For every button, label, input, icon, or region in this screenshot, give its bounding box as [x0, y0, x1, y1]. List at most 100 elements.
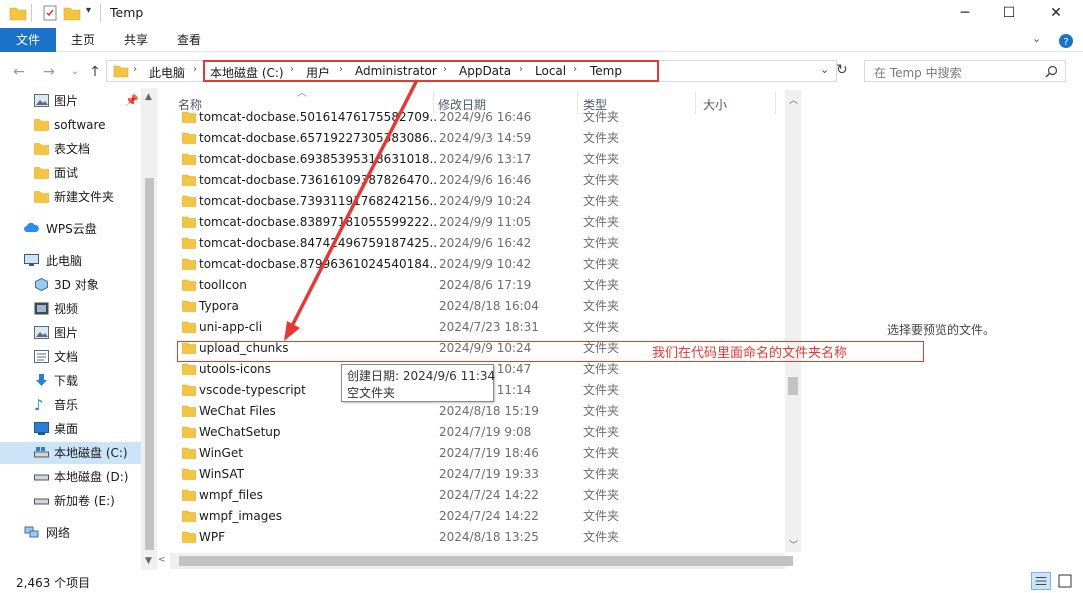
table-row[interactable]: tomcat-docbase.84742496759187425... 2024/… — [170, 233, 785, 254]
large-icons-view-icon[interactable] — [1055, 572, 1075, 590]
table-row[interactable]: WeChat Files 2024/8/18 15:19 文件夹 — [170, 401, 785, 422]
close-button[interactable]: ✕ — [1033, 0, 1079, 26]
scroll-up-arrow-icon[interactable]: ︿ — [789, 93, 798, 106]
search-box[interactable]: 在 Temp 中搜索 — [864, 60, 1066, 82]
nav-item-music[interactable]: ♪ 音乐 — [0, 394, 141, 416]
table-row[interactable]: WeChatSetup 2024/7/19 9:08 文件夹 — [170, 422, 785, 443]
scroll-left-arrow-icon[interactable]: < — [158, 555, 166, 565]
nav-item-pictures-quick[interactable]: 图片 📌 — [0, 90, 141, 112]
table-row[interactable]: tomcat-docbase.69385395318631018... 2024/… — [170, 149, 785, 170]
table-row[interactable]: toolIcon 2024/8/6 17:19 文件夹 — [170, 275, 785, 296]
file-type: 文件夹 — [583, 236, 620, 250]
file-name: uni-app-cli — [199, 320, 263, 334]
search-icon[interactable] — [1045, 65, 1058, 78]
file-name: vscode-typescript — [199, 383, 306, 397]
forward-arrow-icon[interactable]: → — [40, 63, 58, 81]
scroll-up-arrow-icon[interactable]: ▲ — [145, 92, 152, 102]
network-icon — [24, 526, 39, 538]
table-row[interactable]: tomcat-docbase.73616109387826470... 2024/… — [170, 170, 785, 191]
help-icon[interactable]: ? — [1058, 33, 1074, 49]
window-title: Temp — [110, 5, 144, 20]
maximize-button[interactable]: ☐ — [986, 0, 1032, 26]
folder-icon — [182, 153, 196, 165]
customize-toolbar-icon[interactable]: ▾ — [86, 5, 91, 16]
properties-icon[interactable] — [41, 4, 59, 22]
table-row[interactable]: tomcat-docbase.73931191768242156... 2024/… — [170, 191, 785, 212]
back-arrow-icon[interactable]: ← — [10, 63, 28, 81]
sort-up-icon: ︿ — [297, 88, 307, 99]
nav-item-network[interactable]: 网络 — [0, 522, 141, 544]
details-view-icon[interactable] — [1031, 572, 1051, 590]
file-name: WinSAT — [199, 467, 244, 481]
table-row[interactable]: WPF 2024/8/18 13:25 文件夹 — [170, 527, 785, 548]
file-type: 文件夹 — [583, 320, 620, 334]
table-row[interactable]: WinSAT 2024/7/19 19:33 文件夹 — [170, 464, 785, 485]
list-vertical-scrollbar[interactable] — [785, 90, 801, 552]
new-folder-icon[interactable] — [63, 4, 81, 22]
nav-item-biaowendang[interactable]: 表文档 — [0, 138, 141, 160]
folder-icon — [9, 7, 27, 21]
nav-item-videos[interactable]: 视频 — [0, 298, 141, 320]
table-row[interactable]: tomcat-docbase.65719227305383086... 2024/… — [170, 128, 785, 149]
nav-item-label: 本地磁盘 (D:) — [54, 470, 129, 484]
tab-home[interactable]: 主页 — [60, 28, 106, 52]
table-row[interactable]: uni-app-cli 2024/7/23 18:31 文件夹 — [170, 317, 785, 338]
up-arrow-icon[interactable]: ↑ — [86, 63, 104, 81]
nav-item-software[interactable]: software — [0, 114, 141, 136]
tab-view[interactable]: 查看 — [166, 28, 212, 52]
table-row[interactable]: Typora 2024/8/18 16:04 文件夹 — [170, 296, 785, 317]
table-row[interactable]: wmpf_files 2024/7/24 14:22 文件夹 — [170, 485, 785, 506]
address-dropdown-icon[interactable]: ⌄ — [820, 63, 829, 76]
list-vertical-scrollbar-thumb[interactable] — [788, 377, 798, 395]
nav-item-new-folder[interactable]: 新建文件夹 — [0, 186, 141, 208]
file-date: 2024/9/6 16:42 — [439, 236, 532, 250]
folder-icon — [182, 321, 196, 333]
nav-item-label: WPS云盘 — [46, 222, 97, 236]
nav-item-drive-d[interactable]: 本地磁盘 (D:) — [0, 466, 141, 488]
tab-share[interactable]: 共享 — [113, 28, 159, 52]
table-row[interactable]: WinGet 2024/7/19 18:46 文件夹 — [170, 443, 785, 464]
table-row[interactable]: wmpf_images 2024/7/24 14:22 文件夹 — [170, 506, 785, 527]
nav-item-wps-cloud[interactable]: WPS云盘 — [0, 218, 141, 240]
file-date: 2024/9/9 10:42 — [439, 257, 532, 271]
folder-icon — [34, 167, 49, 179]
minimize-button[interactable]: ─ — [942, 0, 988, 26]
breadcrumb-this-pc[interactable]: 此电脑 — [149, 64, 185, 81]
folder-icon — [113, 65, 129, 78]
breadcrumb-separator-icon[interactable]: › — [133, 64, 137, 75]
divider — [100, 4, 101, 22]
list-horizontal-scrollbar-thumb[interactable] — [179, 556, 793, 566]
nav-item-documents[interactable]: 文档 — [0, 346, 141, 368]
nav-item-label: 表文档 — [54, 142, 91, 156]
nav-scrollbar-thumb[interactable] — [145, 178, 154, 550]
file-name: WinGet — [199, 446, 243, 460]
file-date: 2024/8/18 15:19 — [439, 404, 539, 418]
expand-ribbon-icon[interactable]: ⌄ — [1032, 32, 1041, 45]
file-name: Typora — [199, 299, 239, 313]
nav-item-downloads[interactable]: 下载 — [0, 370, 141, 392]
nav-item-drive-c[interactable]: 本地磁盘 (C:) — [0, 442, 141, 464]
recent-locations-icon[interactable]: ⌄ — [66, 63, 84, 81]
ribbon-tabs: 文件 主页 共享 查看 ⌄ ? — [0, 28, 1083, 52]
nav-item-mianshi[interactable]: 面试 — [0, 162, 141, 184]
table-row[interactable]: tomcat-docbase.50161476175582709... 2024/… — [170, 108, 785, 128]
folder-icon — [34, 119, 49, 131]
table-row[interactable]: tomcat-docbase.87996361024540184... 2024/… — [170, 254, 785, 275]
refresh-icon[interactable]: ↻ — [836, 62, 848, 78]
nav-item-this-pc[interactable]: 此电脑 — [0, 250, 141, 272]
status-bar: 2,463 个项目 — [0, 570, 1083, 593]
file-date: 2024/7/24 14:22 — [439, 509, 539, 523]
scroll-down-arrow-icon[interactable]: ▼ — [145, 556, 152, 566]
nav-item-3d-objects[interactable]: 3D 对象 — [0, 274, 141, 296]
nav-item-desktop[interactable]: 桌面 — [0, 418, 141, 440]
file-type: 文件夹 — [583, 362, 620, 376]
file-name: tomcat-docbase.69385395318631018... — [199, 152, 437, 166]
folder-icon — [182, 363, 196, 375]
tab-file[interactable]: 文件 — [0, 28, 56, 52]
breadcrumb-separator-icon[interactable]: › — [193, 64, 197, 75]
file-date: 2024/7/23 18:31 — [439, 320, 539, 334]
nav-item-drive-e[interactable]: 新加卷 (E:) — [0, 490, 141, 512]
table-row[interactable]: tomcat-docbase.83897181055599222... 2024/… — [170, 212, 785, 233]
nav-item-pictures[interactable]: 图片 — [0, 322, 141, 344]
scroll-down-arrow-icon[interactable]: ﹀ — [789, 538, 798, 551]
